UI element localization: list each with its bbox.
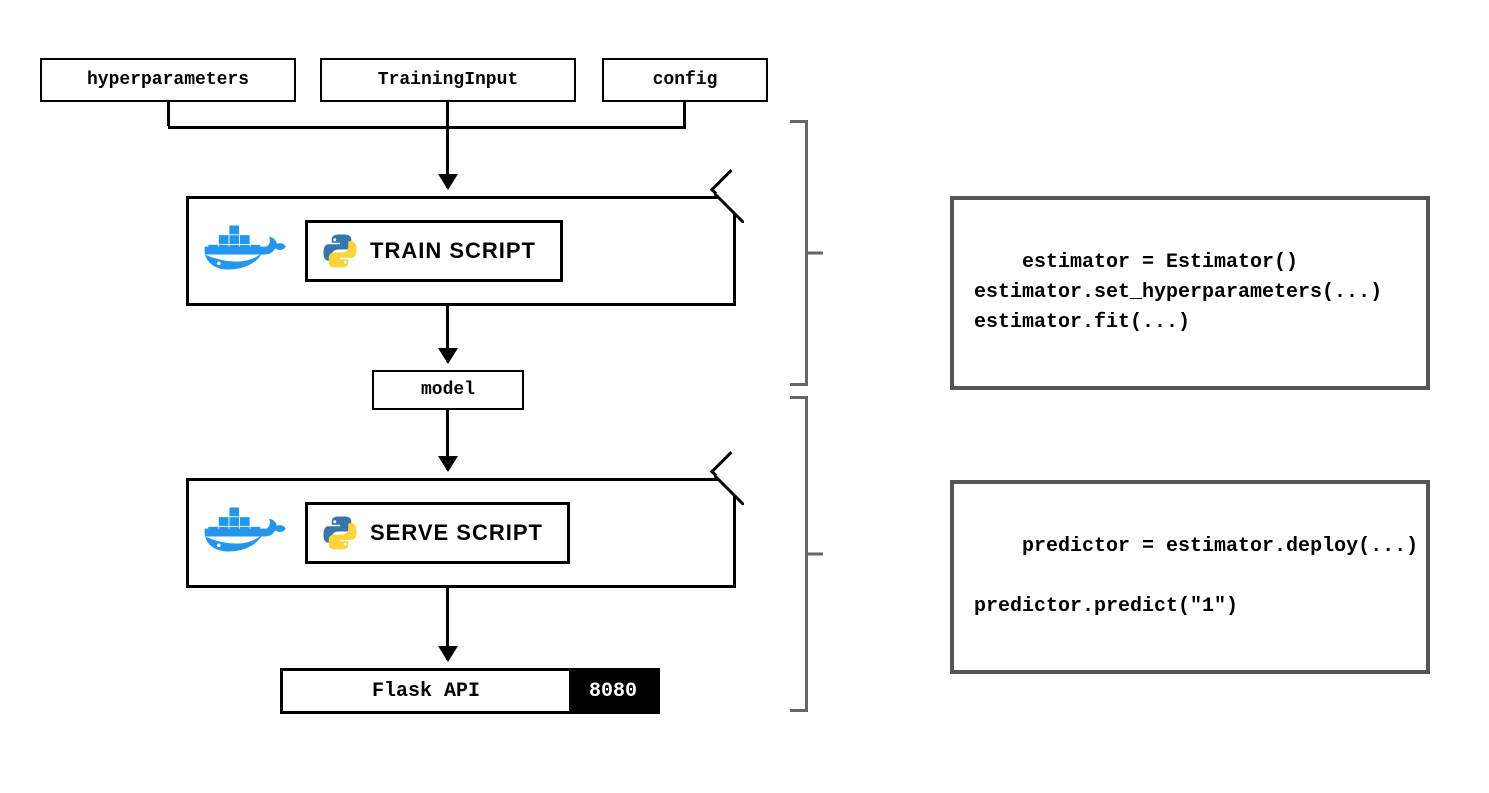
arrow-to-train	[446, 126, 449, 188]
code-serve-panel: predictor = estimator.deploy(...) predic…	[950, 480, 1430, 674]
serve-script-label: SERVE SCRIPT	[370, 520, 543, 546]
train-script-label: TRAIN SCRIPT	[370, 238, 536, 264]
code-serve-text: predictor = estimator.deploy(...) predic…	[974, 535, 1418, 618]
bracket-tick	[805, 252, 823, 255]
label-training-input: TrainingInput	[378, 70, 518, 90]
label-config: config	[653, 70, 718, 90]
label-hyperparameters: hyperparameters	[87, 70, 249, 90]
docker-icon	[203, 218, 291, 284]
bracket-serve	[790, 396, 808, 712]
connector-v-config	[683, 102, 686, 126]
serve-container: SERVE SCRIPT	[186, 478, 736, 588]
model-box: model	[372, 370, 524, 410]
arrow-train-to-model	[446, 306, 449, 362]
python-icon	[322, 515, 358, 551]
connector-v-training	[446, 102, 449, 126]
arrow-model-to-serve	[446, 410, 449, 470]
bracket-tick	[805, 553, 823, 556]
python-icon	[322, 233, 358, 269]
notch-train	[714, 193, 744, 223]
flask-api-box: Flask API 8080	[280, 668, 660, 714]
code-train-panel: estimator = Estimator() estimator.set_hy…	[950, 196, 1430, 390]
connector-v-hyper	[167, 102, 170, 126]
connector-hline	[168, 126, 686, 129]
flask-api-label: Flask API	[283, 671, 569, 711]
input-hyperparameters: hyperparameters	[40, 58, 296, 102]
flask-api-port: 8080	[569, 671, 657, 711]
code-train-text: estimator = Estimator() estimator.set_hy…	[974, 251, 1382, 334]
serve-script-box: SERVE SCRIPT	[305, 502, 570, 564]
notch-serve	[714, 475, 744, 505]
arrow-serve-to-flask	[446, 588, 449, 660]
train-script-box: TRAIN SCRIPT	[305, 220, 563, 282]
docker-icon	[203, 500, 291, 566]
input-config: config	[602, 58, 768, 102]
model-label: model	[421, 380, 475, 400]
input-training: TrainingInput	[320, 58, 576, 102]
bracket-train	[790, 120, 808, 386]
train-container: TRAIN SCRIPT	[186, 196, 736, 306]
